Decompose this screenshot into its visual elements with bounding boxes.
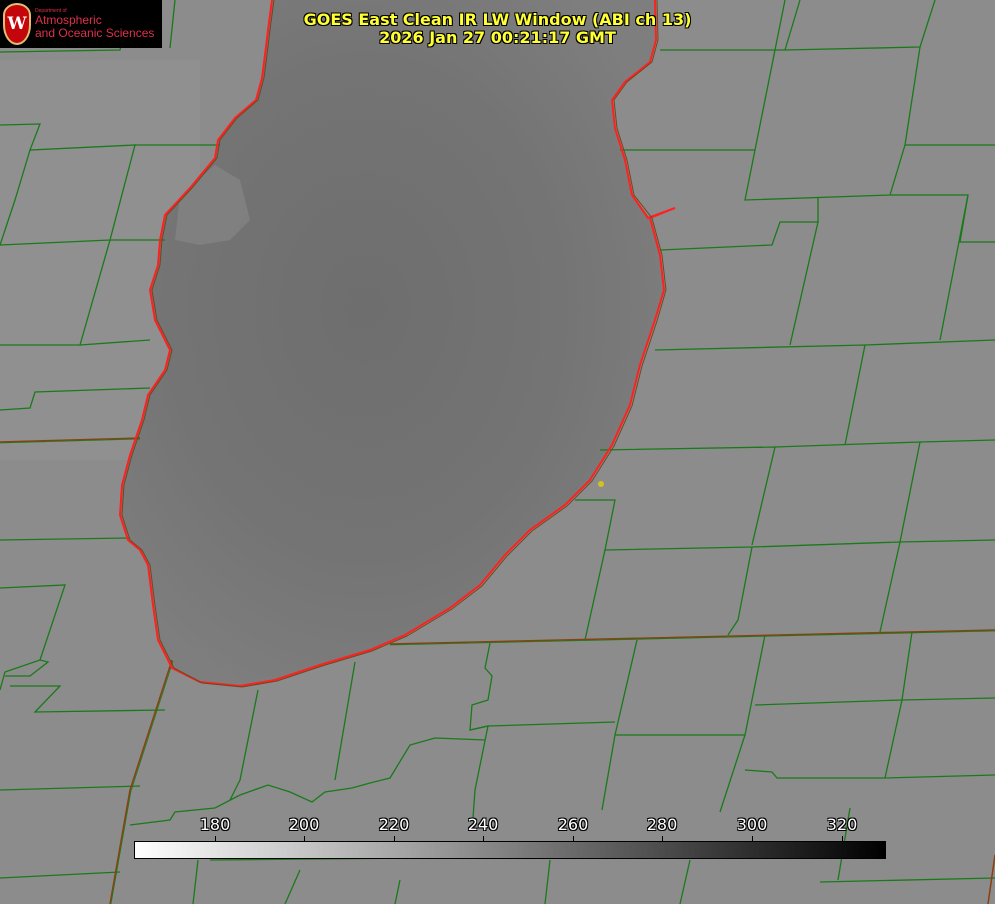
colorbar-tick [394, 836, 395, 842]
image-title: GOES East Clean IR LW Window (ABI ch 13)… [0, 11, 995, 47]
colorbar-label: 220 [378, 815, 410, 834]
title-line-2: 2026 Jan 27 00:21:17 GMT [379, 28, 616, 47]
satellite-map-view: W Department of Atmospheric and Oceanic … [0, 0, 995, 904]
colorbar [134, 841, 886, 859]
colorbar-tick [304, 836, 305, 842]
colorbar-label: 280 [646, 815, 678, 834]
colorbar-tick [662, 836, 663, 842]
title-line-1: GOES East Clean IR LW Window (ABI ch 13) [303, 10, 692, 29]
colorbar-tick [483, 836, 484, 842]
colorbar-tick [842, 836, 843, 842]
map-canvas [0, 0, 995, 904]
location-marker [598, 481, 604, 487]
colorbar-label: 300 [736, 815, 768, 834]
colorbar-label: 200 [288, 815, 320, 834]
colorbar-tick [752, 836, 753, 842]
colorbar-label: 260 [557, 815, 589, 834]
colorbar-label: 240 [467, 815, 499, 834]
colorbar-label: 180 [199, 815, 231, 834]
colorbar-label: 320 [826, 815, 858, 834]
colorbar-tick [215, 836, 216, 842]
colorbar-tick [573, 836, 574, 842]
